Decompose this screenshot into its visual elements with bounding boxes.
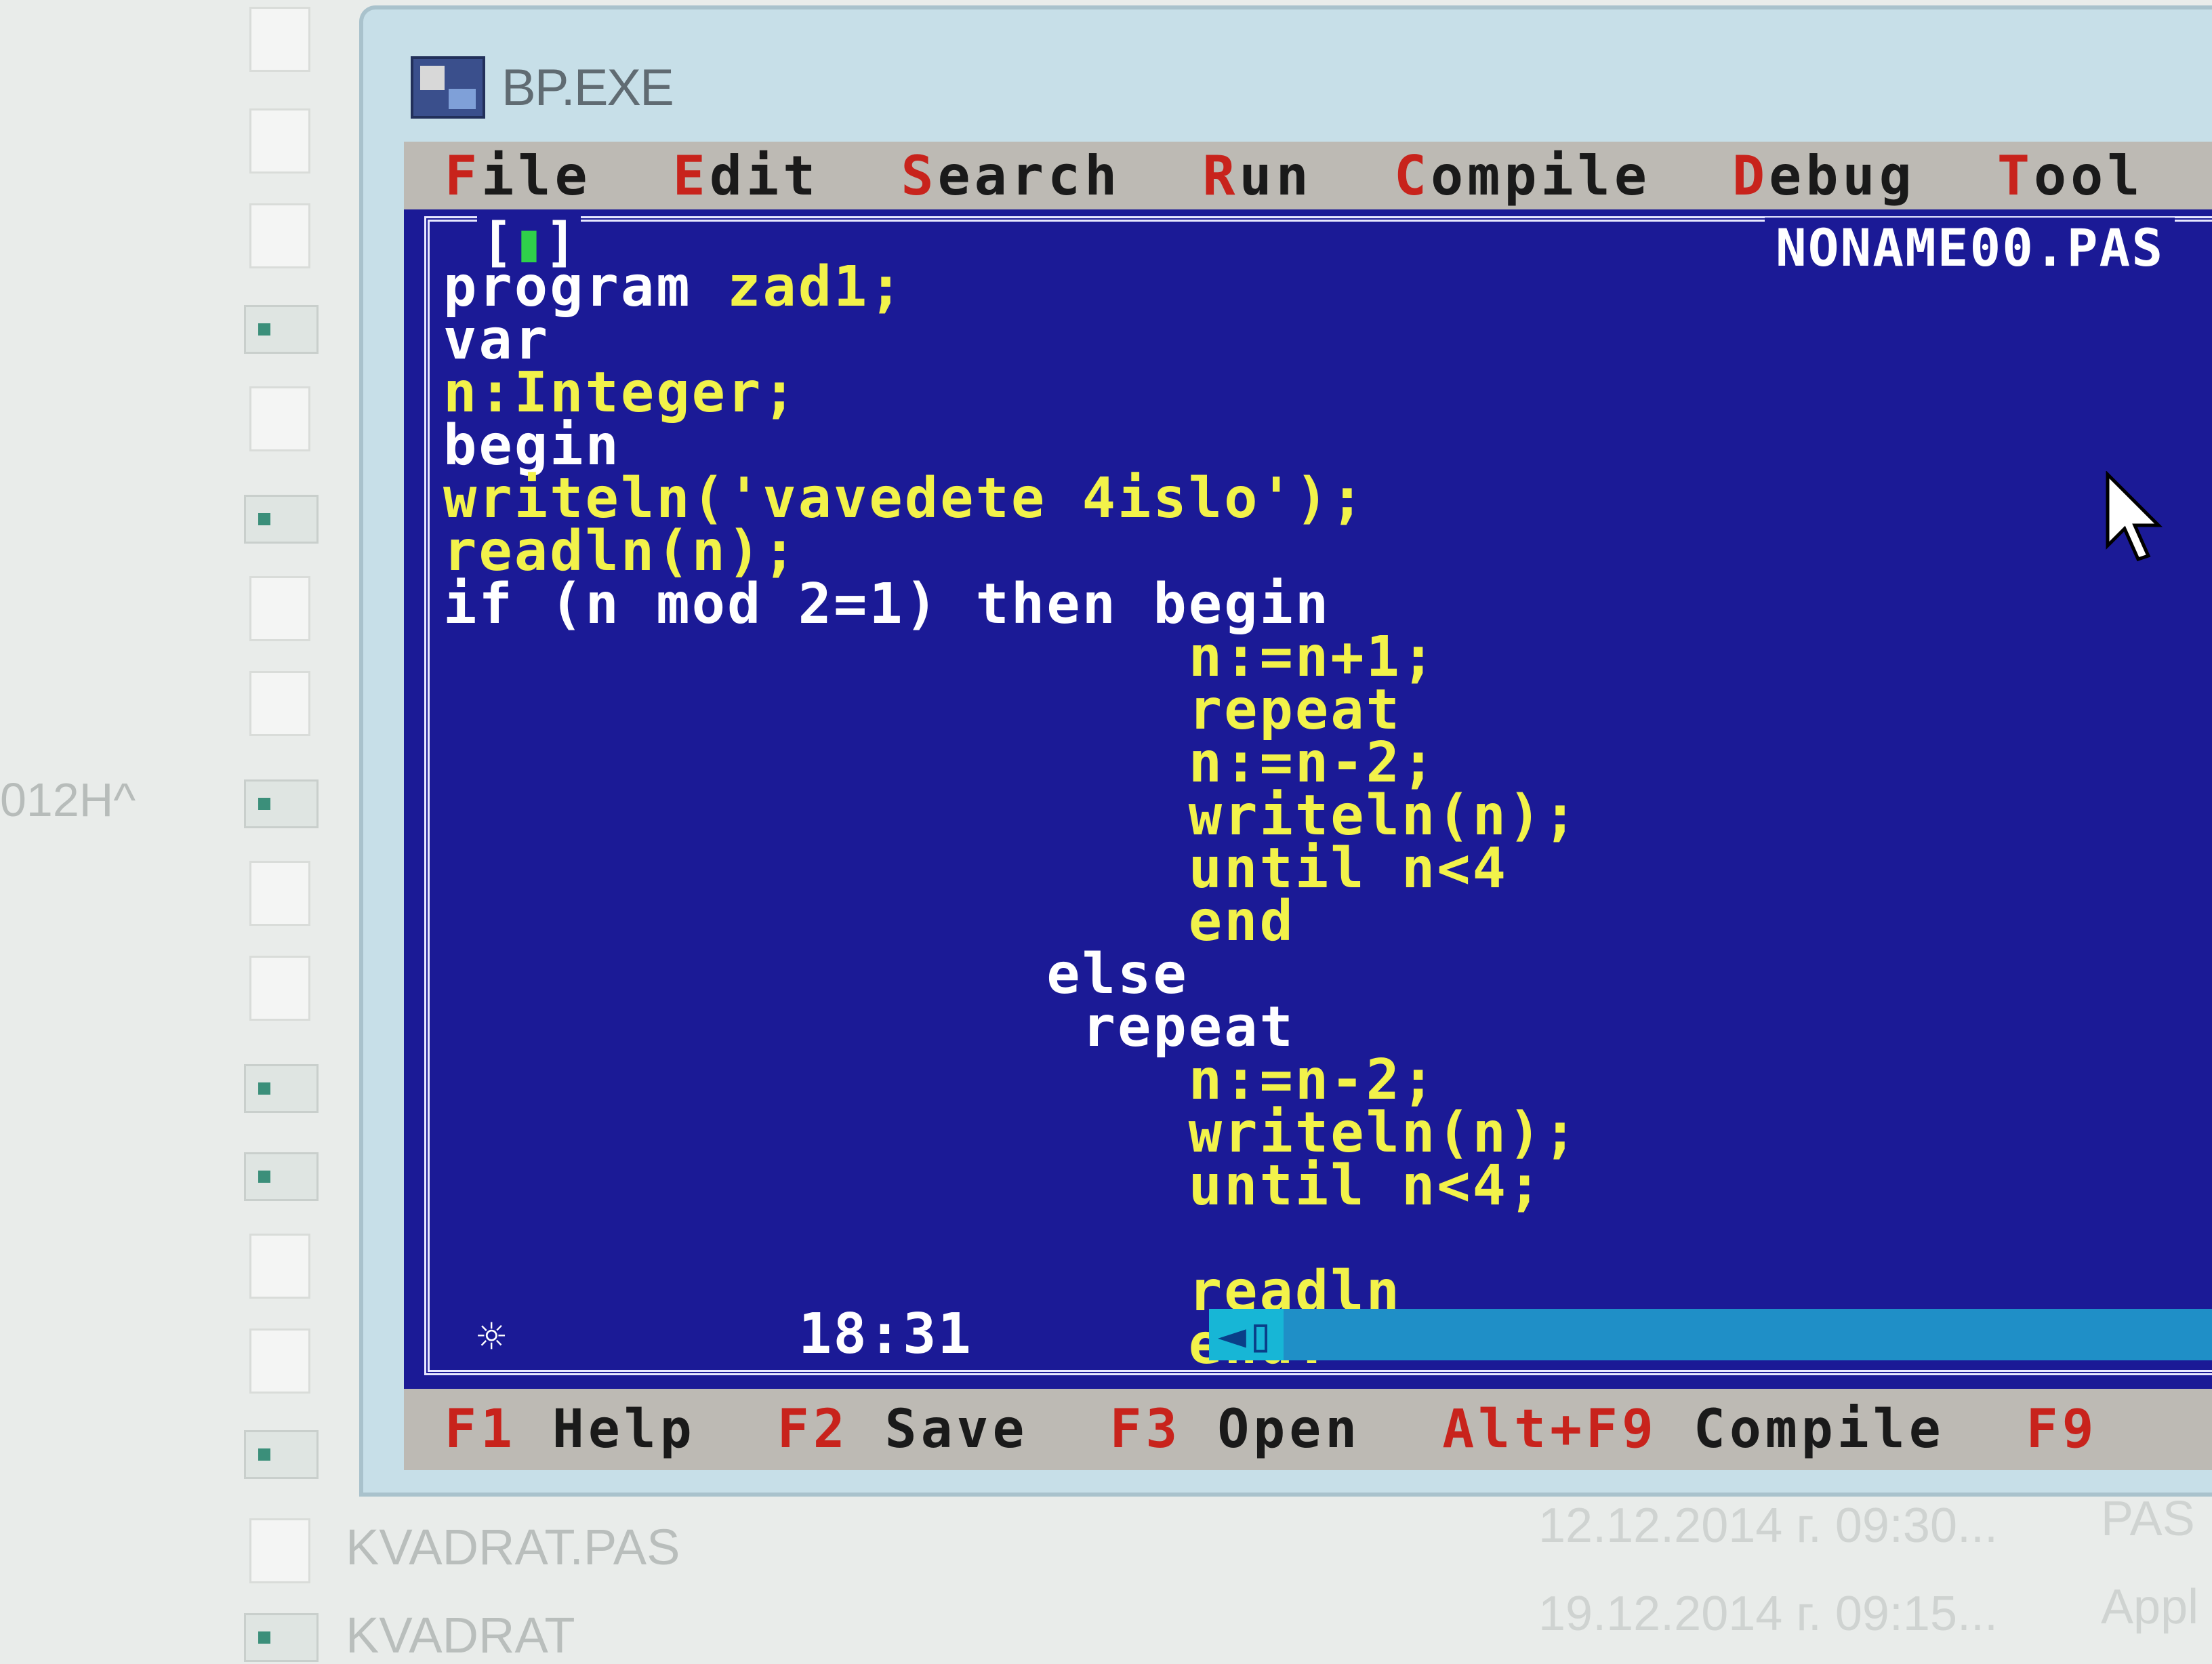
status-item-f9[interactable]: F9	[2026, 1399, 2098, 1460]
menu-label: ool	[2034, 144, 2144, 207]
status-key: Alt+F9	[1442, 1399, 1658, 1460]
status-label: Save	[848, 1399, 1029, 1460]
menu-hotkey: E	[672, 144, 710, 207]
cursor-position: 18:31	[782, 1302, 989, 1366]
code-identifier-text: zad1;	[726, 255, 905, 319]
menu-hotkey: D	[1732, 144, 1769, 207]
code-line[interactable]: until n<4	[443, 841, 1579, 897]
file-icon[interactable]	[249, 956, 310, 1021]
code-line[interactable]: var	[443, 312, 1579, 368]
window-title: BP.EXE	[501, 58, 674, 117]
status-label: Help	[516, 1399, 696, 1460]
file-icon[interactable]	[249, 576, 310, 641]
code-line[interactable]: n:Integer;	[443, 365, 1579, 421]
modified-indicator: ☼	[470, 1309, 513, 1364]
menu-item-edit[interactable]: Edit	[673, 144, 820, 207]
menu-item-search[interactable]: Search	[901, 144, 1121, 207]
application-icon[interactable]	[244, 1152, 319, 1201]
status-item-f1[interactable]: F1 Help	[445, 1399, 696, 1460]
application-icon[interactable]	[244, 305, 319, 354]
menu-hotkey: R	[1202, 144, 1240, 207]
menu-hotkey: F	[445, 144, 482, 207]
file-icon[interactable]	[249, 1234, 310, 1299]
code-line[interactable]: readln(n);	[443, 524, 1579, 580]
code-line[interactable]: if (n mod 2=1) then begin	[443, 577, 1579, 632]
application-icon[interactable]	[244, 1430, 319, 1479]
window-titlebar[interactable]: BP.EXE	[411, 50, 674, 125]
menu-item-file[interactable]: File	[445, 144, 592, 207]
file-name[interactable]: KVADRAT.PAS	[346, 1518, 680, 1576]
code-line[interactable]: writeln('vavedete 4islo');	[443, 471, 1579, 527]
code-line[interactable]: writeln(n);	[443, 788, 1579, 844]
editor-frame-bottom: ☼ 18:31 ◄▯	[430, 1302, 2212, 1370]
file-icon[interactable]	[249, 861, 310, 926]
code-line[interactable]: repeat	[443, 683, 1579, 738]
code-area[interactable]: program zad1; var n:Integer; begin writeln('…	[443, 260, 1579, 1373]
file-name-title: NONAME00.PAS	[1765, 218, 2175, 278]
application-icon[interactable]	[244, 1064, 319, 1113]
status-key: F1	[445, 1399, 516, 1460]
status-key: F9	[2026, 1399, 2098, 1460]
menu-hotkey: S	[901, 144, 938, 207]
file-icon[interactable]	[249, 108, 310, 174]
status-key: F2	[777, 1399, 849, 1460]
file-date: 12.12.2014 г. 09:30...	[1538, 1499, 1999, 1553]
file-icon[interactable]	[249, 203, 310, 268]
menu-hotkey: T	[1996, 144, 2034, 207]
file-type: PAS	[2101, 1492, 2195, 1546]
code-line[interactable]: program zad1;	[443, 260, 1579, 315]
application-icon[interactable]	[244, 779, 319, 828]
dos-screen[interactable]: File Edit Search Run Compile Debug Tool [▮] NO…	[404, 142, 2212, 1470]
editor-window[interactable]: [▮] NONAME00.PAS program zad1; var n:Integ…	[424, 212, 2212, 1375]
code-line[interactable]	[443, 1213, 1579, 1265]
menu-label: ompile	[1431, 144, 1651, 207]
menu-label: earch	[937, 144, 1122, 207]
horizontal-scrollbar[interactable]: ◄▯	[1209, 1309, 2212, 1360]
status-key: F3	[1109, 1399, 1182, 1460]
status-item-alt-f9[interactable]: Alt+F9 Compile	[1442, 1399, 1944, 1460]
code-line[interactable]: else	[443, 947, 1579, 1002]
menu-item-run[interactable]: Run	[1202, 144, 1313, 207]
status-item-f3[interactable]: F3 Open	[1109, 1399, 1361, 1460]
menu-item-compile[interactable]: Compile	[1394, 144, 1651, 207]
code-line[interactable]: n:=n+1;	[443, 630, 1579, 685]
menu-label: ebug	[1769, 144, 1916, 207]
file-type: Appl	[2101, 1580, 2199, 1634]
menu-label: ile	[481, 144, 592, 207]
code-line[interactable]: n:=n-2;	[443, 1053, 1579, 1108]
code-identifier-text: until n<4;	[443, 1154, 1544, 1218]
code-line[interactable]: end	[443, 894, 1579, 950]
status-label: Open	[1181, 1399, 1361, 1460]
file-icon[interactable]	[249, 1328, 310, 1394]
menu-item-debug[interactable]: Debug	[1732, 144, 1916, 207]
menu-bar: File Edit Search Run Compile Debug Tool	[404, 142, 2212, 209]
file-date: 19.12.2014 г. 09:15...	[1538, 1587, 1999, 1641]
file-icon[interactable]	[249, 7, 310, 72]
file-icon[interactable]	[249, 1518, 310, 1583]
code-line[interactable]: n:=n-2;	[443, 735, 1579, 791]
menu-label: un	[1239, 144, 1313, 207]
side-text: 012Н^	[0, 773, 136, 826]
application-icon[interactable]	[244, 495, 319, 544]
file-icon[interactable]	[249, 671, 310, 736]
status-bar: F1 Help F2 Save F3 Open Alt+F9 Compile F9	[404, 1389, 2212, 1470]
status-label: Compile	[1657, 1399, 1945, 1460]
application-icon[interactable]	[244, 1613, 319, 1662]
code-line[interactable]: repeat	[443, 1000, 1579, 1055]
bp-exe-window[interactable]: BP.EXE File Edit Search Run Compile Debug Tool…	[359, 5, 2212, 1497]
code-line[interactable]: writeln(n);	[443, 1105, 1579, 1161]
scroll-left-arrow-icon[interactable]: ◄▯	[1209, 1309, 1284, 1360]
status-item-f2[interactable]: F2 Save	[777, 1399, 1029, 1460]
mouse-pointer-icon	[2106, 471, 2163, 562]
menu-label: dit	[709, 144, 820, 207]
file-icon[interactable]	[249, 386, 310, 451]
code-line[interactable]: until n<4;	[443, 1158, 1579, 1214]
menu-hotkey: C	[1393, 144, 1431, 207]
app-icon	[411, 56, 485, 119]
menu-item-tool[interactable]: Tool	[1997, 144, 2144, 207]
code-line[interactable]: begin	[443, 418, 1579, 474]
file-name[interactable]: KVADRAT	[346, 1606, 575, 1664]
